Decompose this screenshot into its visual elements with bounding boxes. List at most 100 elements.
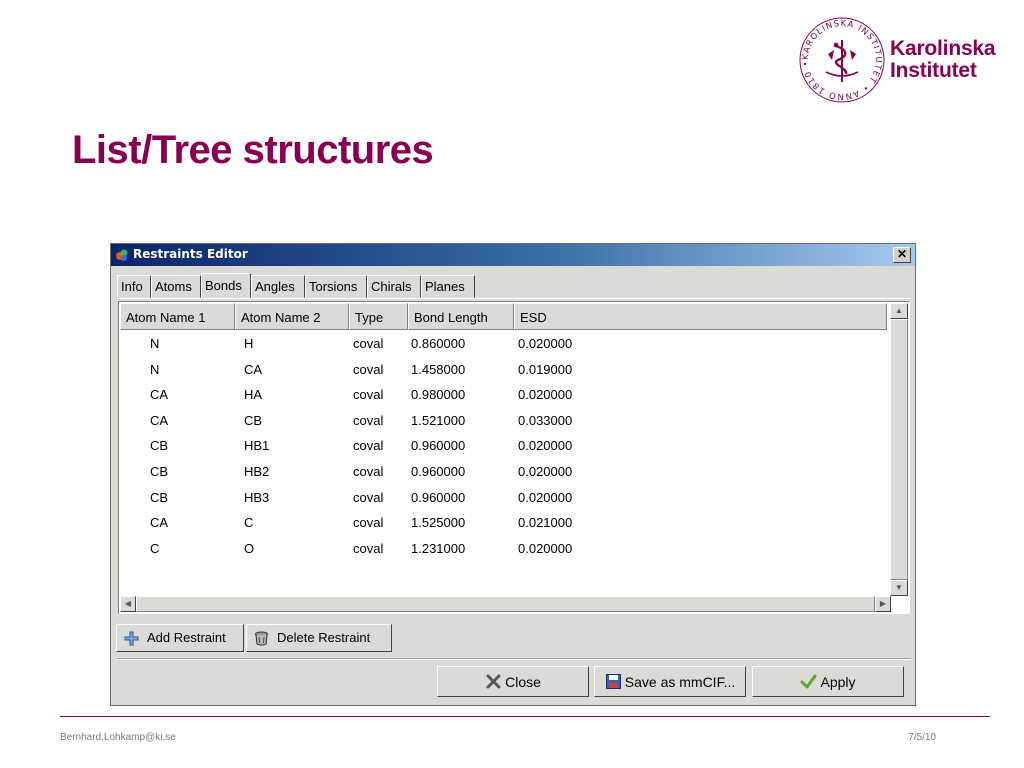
esd-cell: 0.033000 xyxy=(518,412,573,428)
atom-name-1-cell: C xyxy=(150,540,160,556)
atom-name-1-cell: CA xyxy=(150,515,169,531)
type-cell: coval xyxy=(353,540,384,556)
table-row[interactable]: CA HA coval 0.980000 0.020000 xyxy=(120,382,887,408)
bond-length-cell: 1.231000 xyxy=(411,540,466,556)
bond-length-cell: 0.860000 xyxy=(411,336,466,351)
atom-name-1-cell: CB xyxy=(150,463,169,479)
coot-app-icon xyxy=(116,249,128,261)
table-row[interactable]: CB HB2 coval 0.960000 0.020000 xyxy=(120,459,887,485)
tab-bonds[interactable]: Bonds xyxy=(201,273,251,298)
close-icon: ✕ xyxy=(896,247,908,261)
add-restraint-label: Add Restraint xyxy=(147,630,226,645)
bond-length-cell: 1.458000 xyxy=(411,361,466,377)
karolinska-seal-icon: KAROLINSKA INSTITUTET • ANNO 1810 • xyxy=(799,17,885,103)
column-header-atom-name-2[interactable]: Atom Name 2 xyxy=(235,303,349,330)
bond-length-cell: 0.960000 xyxy=(411,489,466,505)
atom-name-2-cell: HB3 xyxy=(244,489,270,505)
restraints-editor-dialog: Restraints Editor ✕ Info Atoms Bonds Ang… xyxy=(110,243,916,706)
footer-email: Bernhard.Lohkamp@ki.se xyxy=(60,732,176,743)
trash-can-icon xyxy=(255,631,268,646)
esd-cell: 0.019000 xyxy=(518,361,573,377)
atom-name-2-cell: CA xyxy=(244,361,263,377)
table-row[interactable]: CB HB3 coval 0.960000 0.020000 xyxy=(120,485,887,511)
delete-restraint-label: Delete Restraint xyxy=(277,630,371,645)
vertical-scrollbar[interactable]: ▲ ▼ xyxy=(890,303,908,596)
floppy-disk-icon xyxy=(605,674,621,689)
bond-length-cell: 0.980000 xyxy=(411,387,466,403)
esd-cell: 0.020000 xyxy=(518,489,573,505)
tab-chirals[interactable]: Chirals xyxy=(367,275,421,298)
atom-name-2-cell: HA xyxy=(244,387,263,403)
type-cell: coval xyxy=(353,387,384,403)
horizontal-scroll-thumb[interactable] xyxy=(136,596,875,612)
karolinska-logo: KAROLINSKA INSTITUTET • ANNO 1810 • Karo… xyxy=(798,14,1008,104)
atom-name-1-cell: CB xyxy=(150,438,169,454)
tab-angles[interactable]: Angles xyxy=(251,275,305,298)
plus-icon xyxy=(124,631,139,646)
dialog-titlebar[interactable]: Restraints Editor ✕ xyxy=(111,244,915,266)
column-header-atom-name-1[interactable]: Atom Name 1 xyxy=(120,303,235,330)
button-separator xyxy=(117,658,911,660)
save-mmcif-button[interactable]: Save as mmCIF... xyxy=(594,666,746,697)
column-header-type[interactable]: Type xyxy=(349,303,408,330)
type-cell: coval xyxy=(353,463,384,479)
atom-name-2-cell: CB xyxy=(244,412,263,428)
atom-name-1-cell: N xyxy=(150,336,160,351)
dialog-title: Restraints Editor xyxy=(133,247,248,261)
type-cell: coval xyxy=(353,336,384,351)
bond-length-cell: 0.960000 xyxy=(411,438,466,454)
tab-info[interactable]: Info xyxy=(117,275,151,298)
table-row[interactable]: CA CB coval 1.521000 0.033000 xyxy=(120,408,887,434)
vertical-scroll-thumb[interactable] xyxy=(890,319,908,580)
esd-cell: 0.021000 xyxy=(518,515,573,531)
table-row[interactable]: N CA coval 1.458000 0.019000 xyxy=(120,357,887,383)
type-cell: coval xyxy=(353,438,384,454)
table-header: Atom Name 1 Atom Name 2 Type Bond Length… xyxy=(120,303,887,330)
save-mmcif-label: Save as mmCIF... xyxy=(624,673,736,690)
bond-length-cell: 1.521000 xyxy=(411,412,466,428)
atom-name-2-cell: C xyxy=(244,515,254,531)
bond-length-cell: 1.525000 xyxy=(411,515,466,531)
tab-atoms[interactable]: Atoms xyxy=(151,275,201,298)
slide-title: List/Tree structures xyxy=(72,128,434,172)
delete-restraint-button[interactable]: Delete Restraint xyxy=(246,624,392,652)
esd-cell: 0.020000 xyxy=(518,336,573,351)
logo-name-line1: Karolinska xyxy=(890,37,996,60)
type-cell: coval xyxy=(353,489,384,505)
esd-cell: 0.020000 xyxy=(518,463,573,479)
tab-torsions[interactable]: Torsions xyxy=(305,275,367,298)
table-row[interactable]: N Hcoval 0.860000 0.020000 xyxy=(120,331,887,357)
tab-planes[interactable]: Planes xyxy=(421,275,475,298)
table-row[interactable]: C Ocoval 1.231000 0.020000 xyxy=(120,536,887,562)
footer-date: 7/5/10 xyxy=(908,732,936,743)
scroll-left-button[interactable]: ◀ xyxy=(120,596,136,612)
esd-cell: 0.020000 xyxy=(518,387,573,403)
table-row[interactable]: CA Ccoval 1.525000 0.021000 xyxy=(120,510,887,536)
type-cell: coval xyxy=(353,361,384,377)
add-restraint-button[interactable]: Add Restraint xyxy=(116,624,244,652)
window-close-button[interactable]: ✕ xyxy=(893,247,911,263)
type-cell: coval xyxy=(353,412,384,428)
atom-name-1-cell: CA xyxy=(150,412,169,428)
esd-cell: 0.020000 xyxy=(518,540,573,556)
tab-underline xyxy=(117,298,911,299)
close-button[interactable]: Close xyxy=(437,666,589,697)
bond-length-cell: 0.960000 xyxy=(411,463,466,479)
scroll-down-button[interactable]: ▼ xyxy=(890,580,908,596)
horizontal-scrollbar[interactable]: ◀ ▶ xyxy=(120,596,891,612)
table-row[interactable]: CB HB1 coval 0.960000 0.020000 xyxy=(120,433,887,459)
column-header-esd[interactable]: ESD xyxy=(514,303,887,330)
column-header-bond-length[interactable]: Bond Length xyxy=(408,303,514,330)
atom-name-2-cell: H xyxy=(244,336,254,351)
type-cell: coval xyxy=(353,515,384,531)
atom-name-1-cell: N xyxy=(150,361,160,377)
table-body: N Hcoval 0.860000 0.020000 N CA coval 1.458000 0… xyxy=(120,331,887,561)
apply-button[interactable]: Apply xyxy=(752,666,904,697)
bonds-table: Atom Name 1 Atom Name 2 Type Bond Length… xyxy=(118,301,910,614)
scroll-up-button[interactable]: ▲ xyxy=(890,303,908,319)
atom-name-2-cell: HB2 xyxy=(244,463,270,479)
atom-name-2-cell: HB1 xyxy=(244,438,270,454)
checkmark-icon xyxy=(800,674,817,689)
esd-cell: 0.020000 xyxy=(518,438,573,454)
scroll-right-button[interactable]: ▶ xyxy=(875,596,891,612)
